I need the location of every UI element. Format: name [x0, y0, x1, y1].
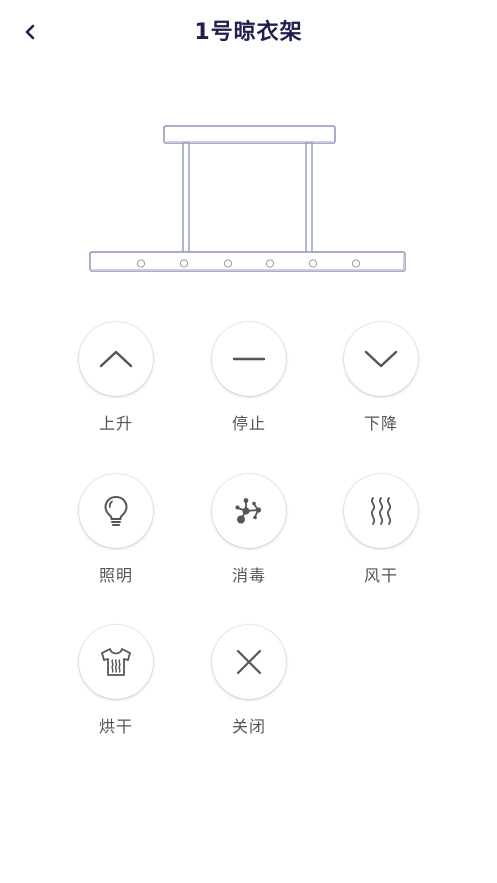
- close-label: 关闭: [231, 717, 266, 736]
- control-up: 上升: [76, 322, 156, 434]
- close-button[interactable]: [212, 625, 286, 699]
- disinfect-button[interactable]: [212, 474, 286, 548]
- control-down: 下降: [341, 322, 421, 434]
- control-stop: 停止: [209, 322, 289, 434]
- down-label: 下降: [363, 414, 398, 433]
- stop-label: 停止: [231, 414, 266, 433]
- disinfect-label: 消毒: [231, 566, 266, 585]
- heat-dry-label: 烘干: [98, 717, 133, 736]
- air-dry-button[interactable]: [344, 474, 418, 548]
- molecule-icon: [234, 496, 264, 526]
- rack-illustration: [0, 118, 497, 283]
- chevron-up-icon: [99, 349, 133, 369]
- up-button[interactable]: [79, 322, 153, 396]
- control-close: 关闭: [209, 625, 289, 737]
- header-bar: 1号晾衣架: [0, 0, 497, 64]
- shirt-dry-icon: [100, 647, 132, 677]
- chevron-down-icon: [364, 349, 398, 369]
- light-label: 照明: [98, 566, 133, 585]
- control-air-dry: 风干: [341, 474, 421, 586]
- control-light: 照明: [76, 474, 156, 586]
- air-dry-label: 风干: [363, 566, 398, 585]
- light-button[interactable]: [79, 474, 153, 548]
- stop-button[interactable]: [212, 322, 286, 396]
- up-label: 上升: [98, 414, 133, 433]
- minus-icon: [232, 356, 266, 362]
- heat-dry-button[interactable]: [79, 625, 153, 699]
- control-disinfect: 消毒: [209, 474, 289, 586]
- down-button[interactable]: [344, 322, 418, 396]
- lightbulb-icon: [103, 495, 129, 527]
- heat-waves-icon: [367, 496, 395, 526]
- control-heat-dry: 烘干: [76, 625, 156, 737]
- close-icon: [235, 648, 263, 676]
- page-title: 1号晾衣架: [194, 20, 303, 45]
